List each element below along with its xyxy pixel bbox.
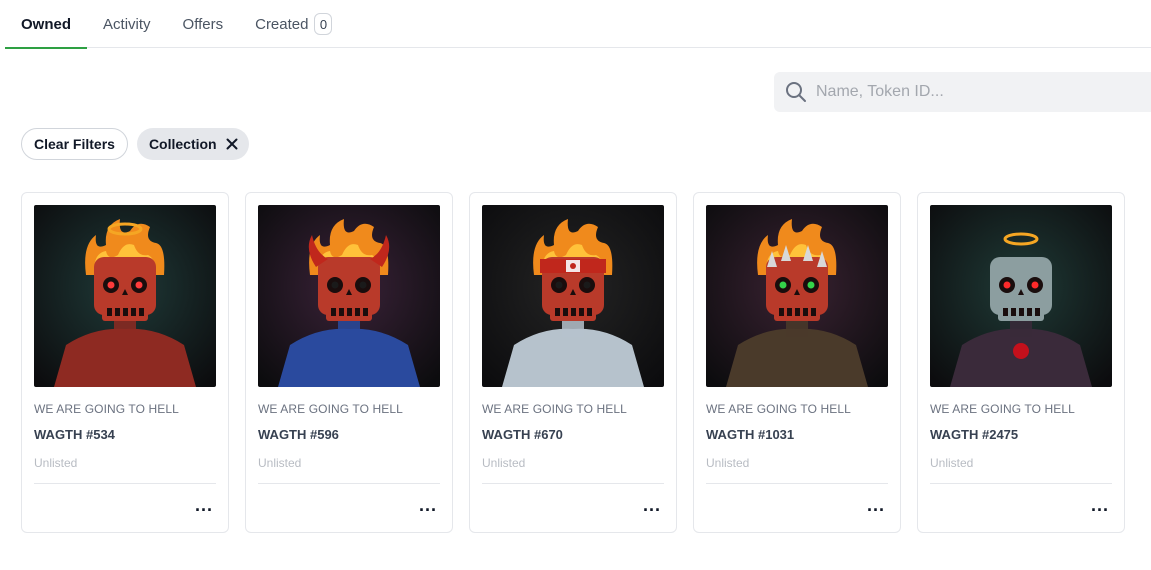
nft-card[interactable]: WE ARE GOING TO HELL WAGTH #1031 Unliste… — [693, 192, 901, 533]
card-divider — [706, 483, 888, 484]
tab-offers[interactable]: Offers — [167, 0, 240, 48]
card-collection-name: WE ARE GOING TO HELL — [258, 402, 403, 416]
tab-owned-label: Owned — [21, 15, 72, 33]
card-listing-status: Unlisted — [482, 456, 526, 470]
nft-card[interactable]: WE ARE GOING TO HELL WAGTH #596 Unlisted… — [245, 192, 453, 533]
tab-owned[interactable]: Owned — [5, 0, 88, 49]
tab-offers-label: Offers — [182, 15, 224, 33]
tab-activity[interactable]: Activity — [87, 0, 167, 48]
search-input[interactable] — [816, 83, 1136, 101]
more-options-button[interactable]: ... — [1088, 493, 1112, 517]
profile-tabs: Owned Activity Offers Created 0 — [5, 0, 1151, 49]
nft-card[interactable]: WE ARE GOING TO HELL WAGTH #2475 Unliste… — [917, 192, 1125, 533]
card-token-name: WAGTH #1031 — [706, 427, 795, 442]
nft-artwork-image — [930, 205, 1112, 387]
more-options-button[interactable]: ... — [640, 493, 664, 517]
card-token-name: WAGTH #596 — [258, 427, 339, 442]
card-divider — [258, 483, 440, 484]
card-token-name: WAGTH #2475 — [930, 427, 1019, 442]
card-divider — [34, 483, 216, 484]
more-options-button[interactable]: ... — [864, 493, 888, 517]
card-listing-status: Unlisted — [34, 456, 78, 470]
card-collection-name: WE ARE GOING TO HELL — [482, 402, 627, 416]
tab-activity-label: Activity — [103, 15, 151, 33]
nft-artwork-image — [706, 205, 888, 387]
tab-created-label: Created — [255, 15, 309, 33]
card-token-name: WAGTH #670 — [482, 427, 563, 442]
card-collection-name: WE ARE GOING TO HELL — [930, 402, 1075, 416]
nft-card[interactable]: WE ARE GOING TO HELL WAGTH #534 Unlisted… — [21, 192, 229, 533]
more-options-button[interactable]: ... — [192, 493, 216, 517]
nft-artwork-image — [482, 205, 664, 387]
card-collection-name: WE ARE GOING TO HELL — [34, 402, 179, 416]
filter-bar: Clear Filters Collection — [21, 128, 249, 160]
collection-filter-chip[interactable]: Collection — [136, 128, 249, 160]
collection-filter-label: Collection — [148, 136, 217, 152]
card-divider — [930, 483, 1112, 484]
card-divider — [482, 483, 664, 484]
card-listing-status: Unlisted — [258, 456, 302, 470]
clear-filters-button[interactable]: Clear Filters — [21, 128, 128, 160]
nft-card[interactable]: WE ARE GOING TO HELL WAGTH #670 Unlisted… — [469, 192, 677, 533]
more-options-button[interactable]: ... — [416, 493, 440, 517]
search-icon — [776, 72, 816, 112]
clear-filters-label: Clear Filters — [34, 136, 115, 152]
search-box — [774, 72, 1151, 112]
card-collection-name: WE ARE GOING TO HELL — [706, 402, 851, 416]
nft-grid: WE ARE GOING TO HELL WAGTH #534 Unlisted… — [21, 192, 1125, 533]
card-token-name: WAGTH #534 — [34, 427, 115, 442]
nft-artwork-image — [34, 205, 216, 387]
tab-created[interactable]: Created 0 — [239, 0, 348, 48]
card-listing-status: Unlisted — [706, 456, 750, 470]
created-count-badge: 0 — [314, 13, 333, 35]
card-listing-status: Unlisted — [930, 456, 974, 470]
close-icon[interactable] — [225, 137, 239, 151]
nft-artwork-image — [258, 205, 440, 387]
